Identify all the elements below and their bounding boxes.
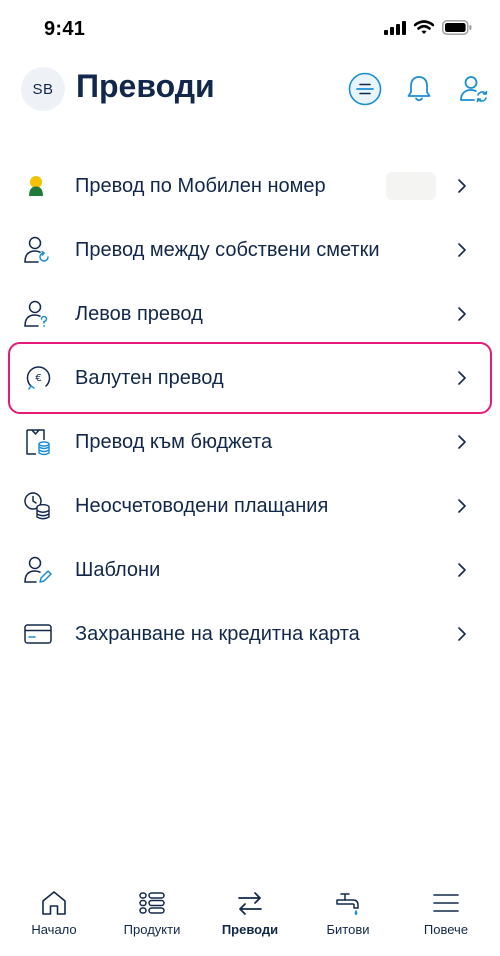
tab-transfers[interactable]: Преводи [200,876,300,956]
switch-profile-button[interactable] [456,71,492,107]
sort-icon [348,72,382,106]
menu-item-pending-payments[interactable]: Неосчетоводени плащания [0,474,500,538]
user-question-icon [24,300,48,327]
header: SB Преводи [0,62,500,118]
avatar[interactable]: SB [21,67,65,111]
menu-item-credit-card-topup[interactable]: Захранване на кредитна карта [0,602,500,666]
menu-item-label: Левов превод [75,302,203,325]
status-time: 9:41 [44,18,86,40]
filter-button[interactable] [347,71,383,107]
user-switch-icon [460,76,488,103]
faucet-icon [336,893,359,916]
chevron-right-icon [458,627,466,641]
menu-item-own-accounts[interactable]: Превод между собствени сметки [0,218,500,282]
tab-products[interactable]: Продукти [102,876,202,956]
euro-exchange-icon: € [26,366,51,390]
home-icon [42,891,66,915]
page-title: Преводи [76,68,215,104]
menu-item-currency-transfer[interactable]: € Валутен превод [0,346,500,410]
signal-icon [384,20,406,35]
menu-item-label: Превод между собствени сметки [75,238,380,261]
tab-utilities[interactable]: Битови [298,876,398,956]
battery-icon [442,20,472,35]
menu-item-label: Превод по Мобилен номер [75,174,326,197]
notifications-button[interactable] [401,71,437,107]
tab-label: Битови [326,922,370,937]
menu-item-mobile-transfer[interactable]: Превод по Мобилен номер [0,154,500,218]
mobile-transfer-logo-icon [29,176,43,196]
chevron-right-icon [458,243,466,257]
tab-label: Преводи [221,922,279,937]
chevron-right-icon [458,435,466,449]
mobile-transfer-badge [386,172,436,200]
tab-label: Продукти [123,922,181,937]
chevron-right-icon [458,179,466,193]
chevron-right-icon [458,371,466,385]
bell-icon [407,76,431,102]
menu-icon [433,894,459,912]
tab-home[interactable]: Начало [4,876,104,956]
svg-text:€: € [35,373,41,384]
chevron-right-icon [458,307,466,321]
menu-item-bgn-transfer[interactable]: Левов превод [0,282,500,346]
list-icon [139,892,165,914]
chevron-right-icon [458,563,466,577]
user-transfer-icon [24,236,49,263]
tab-label: Повече [423,922,469,937]
menu-item-label: Захранване на кредитна карта [75,622,360,645]
tab-more[interactable]: Повече [396,876,496,956]
menu-item-label: Неосчетоводени плащания [75,494,329,517]
chevron-right-icon [458,499,466,513]
tab-label: Начало [31,922,77,937]
transfer-arrows-icon [238,892,262,915]
menu-item-templates[interactable]: Шаблони [0,538,500,602]
status-bar: 9:41 [0,0,500,60]
menu-item-budget-transfer[interactable]: Превод към бюджета [0,410,500,474]
menu-item-label: Превод към бюджета [75,430,273,453]
budget-coins-icon [26,429,50,456]
clock-coins-icon [24,492,50,520]
status-icons [384,20,472,35]
credit-card-icon [24,624,52,644]
user-edit-icon [24,556,52,583]
bottom-tab-bar: Начало Продукти Преводи Битови Повече [0,876,500,956]
menu-item-label: Шаблони [75,558,161,581]
wifi-icon [414,20,434,34]
menu-item-label: Валутен превод [75,366,224,389]
transfers-menu: Превод по Мобилен номер Превод между соб… [0,154,500,666]
